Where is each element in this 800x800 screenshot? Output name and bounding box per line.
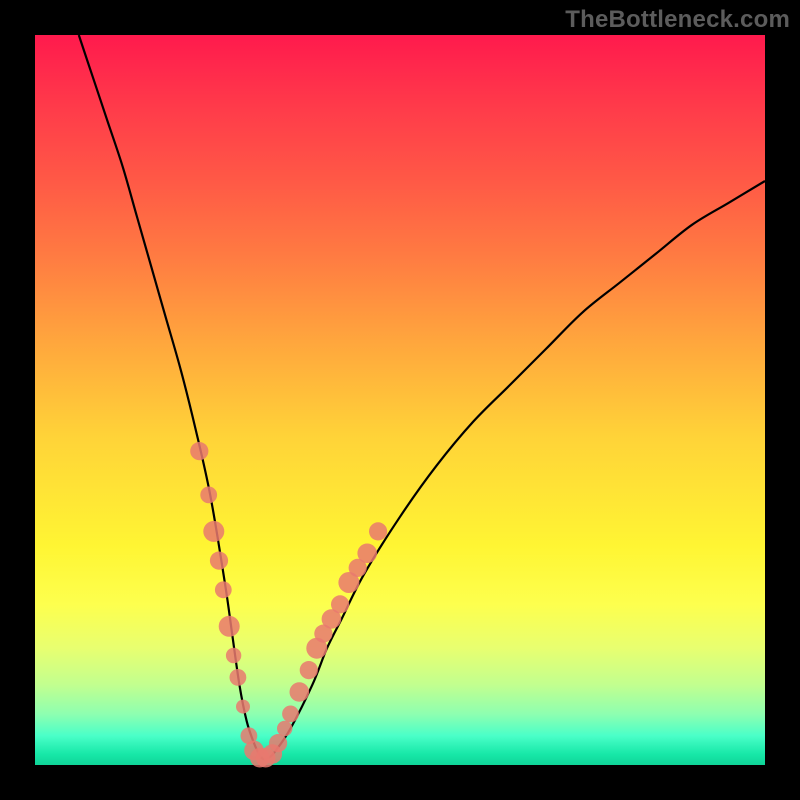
curve-marker — [190, 442, 208, 460]
curve-marker — [357, 544, 377, 564]
curve-marker — [290, 682, 310, 702]
watermark-text: TheBottleneck.com — [565, 6, 790, 34]
curve-marker — [282, 706, 299, 723]
chart-frame: TheBottleneck.com — [0, 0, 800, 800]
chart-svg — [35, 35, 765, 765]
curve-marker — [236, 700, 250, 714]
curve-marker — [277, 721, 292, 736]
curve-marker — [226, 648, 241, 663]
curve-markers — [190, 442, 387, 768]
curve-marker — [300, 661, 318, 679]
curve-marker — [230, 669, 247, 686]
plot-area — [35, 35, 765, 765]
curve-marker — [200, 487, 217, 504]
curve-marker — [369, 522, 387, 540]
curve-marker — [215, 581, 232, 598]
curve-marker — [219, 616, 240, 637]
curve-marker — [203, 521, 224, 542]
bottleneck-curve — [79, 35, 765, 759]
curve-marker — [210, 552, 228, 570]
curve-marker — [269, 734, 287, 752]
curve-marker — [331, 595, 349, 613]
